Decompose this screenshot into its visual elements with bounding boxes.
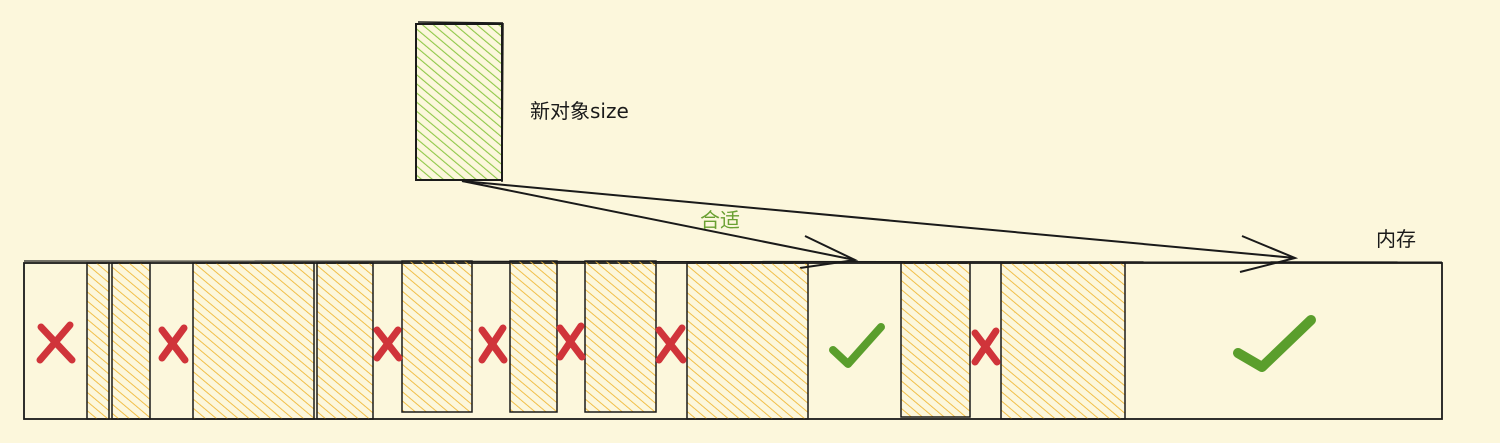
cross-mark — [971, 327, 1001, 366]
memory-allocation-diagram: 新对象size 合适 内存 — [23, 21, 1443, 420]
used-block — [686, 262, 809, 420]
cross-mark — [478, 324, 508, 364]
used-block — [111, 262, 151, 420]
memory-label: 内存 — [1376, 227, 1416, 251]
new-object: 新对象size — [415, 21, 629, 183]
fit-arrows: 合适 — [461, 180, 1299, 273]
cross-mark — [373, 326, 403, 362]
used-block — [316, 262, 374, 420]
used-block — [86, 262, 110, 420]
used-block — [900, 262, 971, 418]
used-block — [192, 262, 315, 420]
cross-mark — [655, 324, 687, 364]
arrow-to-second-fit — [461, 180, 1296, 259]
new-object-block — [415, 23, 503, 181]
used-block — [509, 260, 558, 413]
cross-mark — [556, 322, 586, 361]
used-block — [1000, 262, 1126, 420]
used-block — [584, 260, 657, 413]
check-mark — [829, 323, 885, 368]
fit-label: 合适 — [700, 208, 740, 232]
new-object-label: 新对象size — [530, 99, 629, 123]
memory-bar — [23, 260, 1443, 420]
used-block — [401, 260, 473, 413]
check-mark — [1233, 315, 1316, 372]
cross-mark — [158, 324, 189, 364]
arrow-to-first-fit — [461, 180, 856, 261]
cross-mark — [36, 321, 76, 364]
